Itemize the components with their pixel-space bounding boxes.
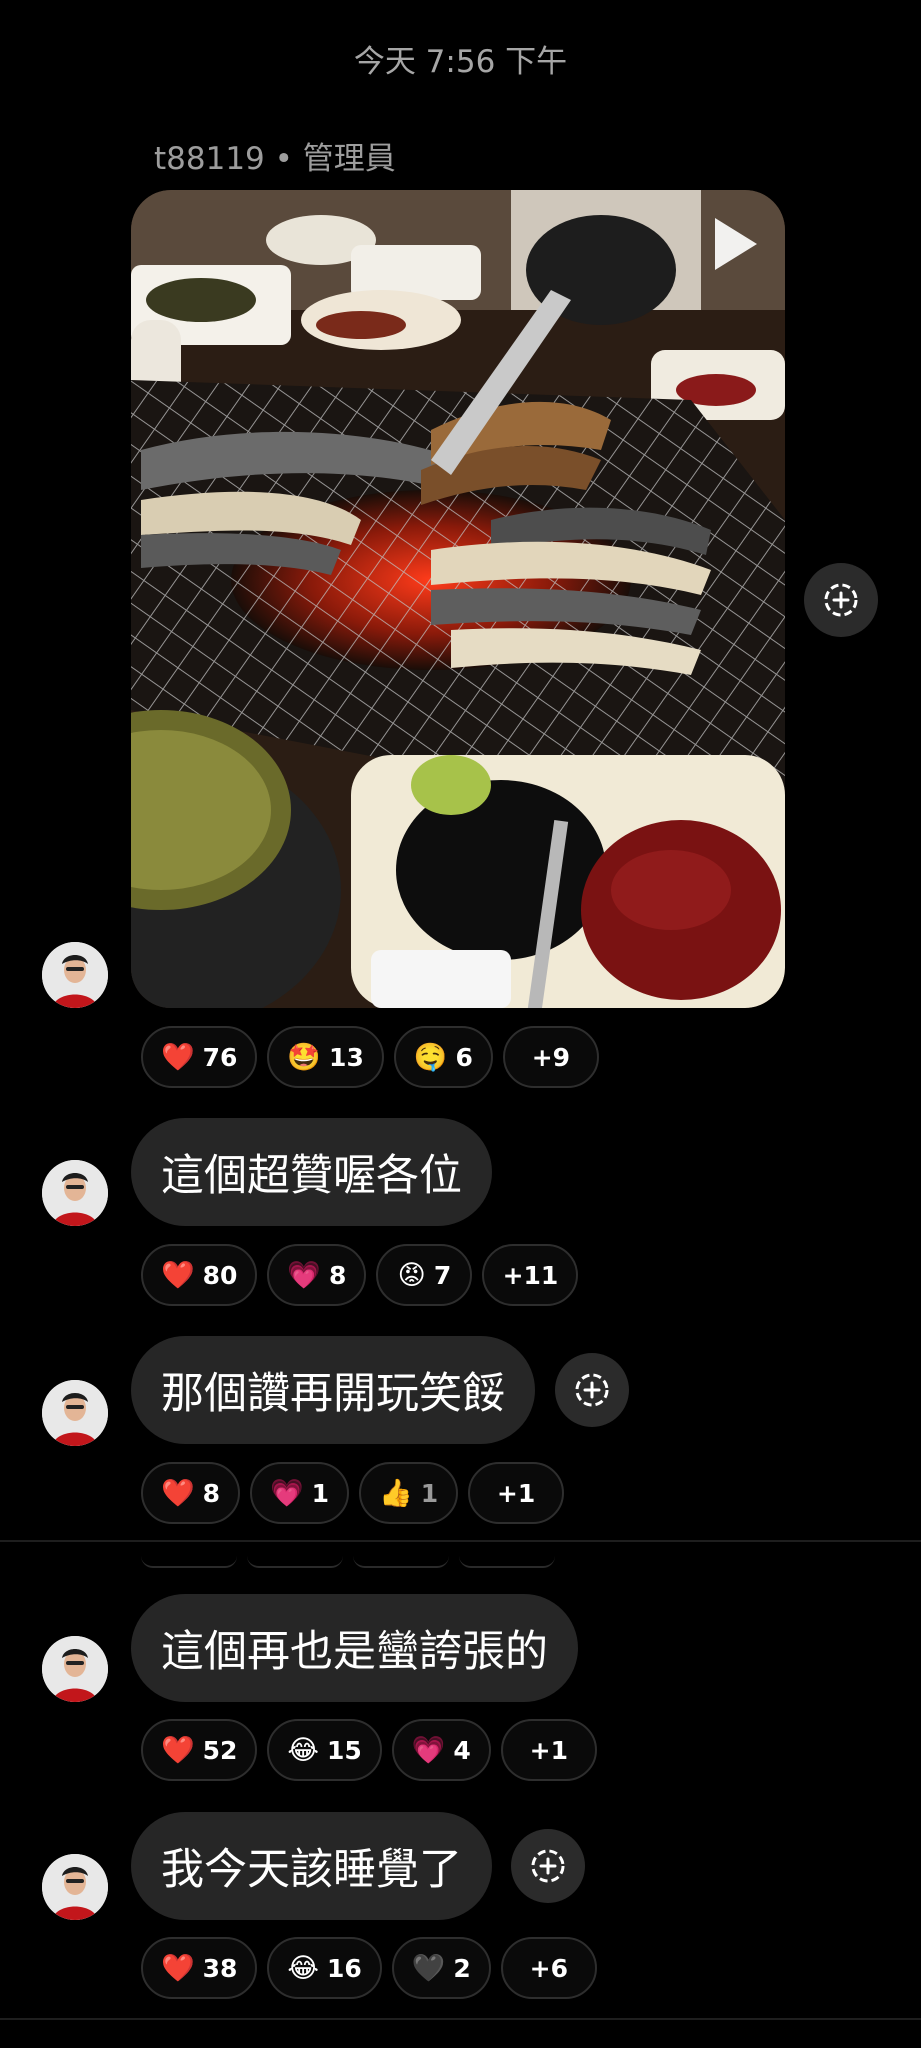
- section-divider: [0, 2018, 921, 2020]
- reaction-pill[interactable]: 🖤 2: [391, 1937, 491, 1999]
- more-reactions-pill[interactable]: +1: [500, 1719, 597, 1781]
- timestamp: 今天 7:56 下午: [353, 44, 568, 80]
- reaction-pill[interactable]: 😂 15: [267, 1719, 382, 1781]
- grill-food-photo: [131, 190, 785, 1008]
- reaction-pill[interactable]: 👍 1: [359, 1462, 459, 1524]
- user-avatar: [42, 1854, 108, 1920]
- reaction-bar: ❤️ 80 💗 8 😡 7 +11: [141, 1244, 579, 1306]
- reaction-pill[interactable]: 💗 1: [250, 1462, 350, 1524]
- message-bubble[interactable]: 我今天該睡覺了: [131, 1812, 492, 1920]
- reaction-pill[interactable]: ❤️ 76: [141, 1026, 258, 1088]
- section-divider: [0, 1540, 921, 1542]
- user-avatar: [42, 1160, 108, 1226]
- avatar[interactable]: [42, 942, 108, 1008]
- reaction-pill[interactable]: ❤️ 80: [141, 1244, 258, 1306]
- add-reaction-icon: [575, 1373, 609, 1407]
- clipped-reaction-bar: [141, 1556, 555, 1568]
- reaction-bar: ❤️ 8 💗 1 👍 1 +1: [141, 1462, 565, 1524]
- reaction-pill[interactable]: 😂 16: [267, 1937, 382, 1999]
- user-avatar: [42, 942, 108, 1008]
- avatar[interactable]: [42, 1380, 108, 1446]
- reaction-pill[interactable]: 🤩 13: [267, 1026, 384, 1088]
- reaction-pill[interactable]: ❤️ 52: [141, 1719, 258, 1781]
- message-bubble[interactable]: 這個超贊喔各位: [131, 1118, 492, 1226]
- message-bubble[interactable]: 那個讚再開玩笑餒: [131, 1336, 535, 1444]
- add-reaction-button[interactable]: [511, 1829, 585, 1903]
- message-bubble[interactable]: 這個再也是蠻誇張的: [131, 1594, 578, 1702]
- more-reactions-pill[interactable]: +1: [468, 1462, 565, 1524]
- reaction-pill[interactable]: ❤️ 8: [141, 1462, 241, 1524]
- reaction-pill[interactable]: 😡 7: [376, 1244, 473, 1306]
- reaction-pill[interactable]: 💗 8: [267, 1244, 367, 1306]
- reaction-pill[interactable]: 💗 4: [391, 1719, 491, 1781]
- more-reactions-pill[interactable]: +6: [500, 1937, 597, 1999]
- user-avatar: [42, 1636, 108, 1702]
- user-avatar: [42, 1380, 108, 1446]
- add-reaction-icon: [824, 583, 858, 617]
- reaction-pill[interactable]: ❤️ 38: [141, 1937, 258, 1999]
- reaction-bar: ❤️ 76 🤩 13 🤤 6 +9: [141, 1026, 599, 1088]
- avatar[interactable]: [42, 1854, 108, 1920]
- add-reaction-button[interactable]: [555, 1353, 629, 1427]
- add-reaction-button[interactable]: [804, 563, 878, 637]
- avatar[interactable]: [42, 1160, 108, 1226]
- reaction-bar: ❤️ 52 😂 15 💗 4 +1: [141, 1719, 597, 1781]
- more-reactions-pill[interactable]: +11: [482, 1244, 579, 1306]
- avatar[interactable]: [42, 1636, 108, 1702]
- more-reactions-pill[interactable]: +9: [502, 1026, 599, 1088]
- add-reaction-icon: [531, 1849, 565, 1883]
- sender-label: t88119 • 管理員: [154, 141, 396, 177]
- play-icon[interactable]: [715, 218, 757, 270]
- video-thumbnail[interactable]: [131, 190, 785, 1008]
- reaction-pill[interactable]: 🤤 6: [393, 1026, 493, 1088]
- reaction-bar: ❤️ 38 😂 16 🖤 2 +6: [141, 1937, 597, 1999]
